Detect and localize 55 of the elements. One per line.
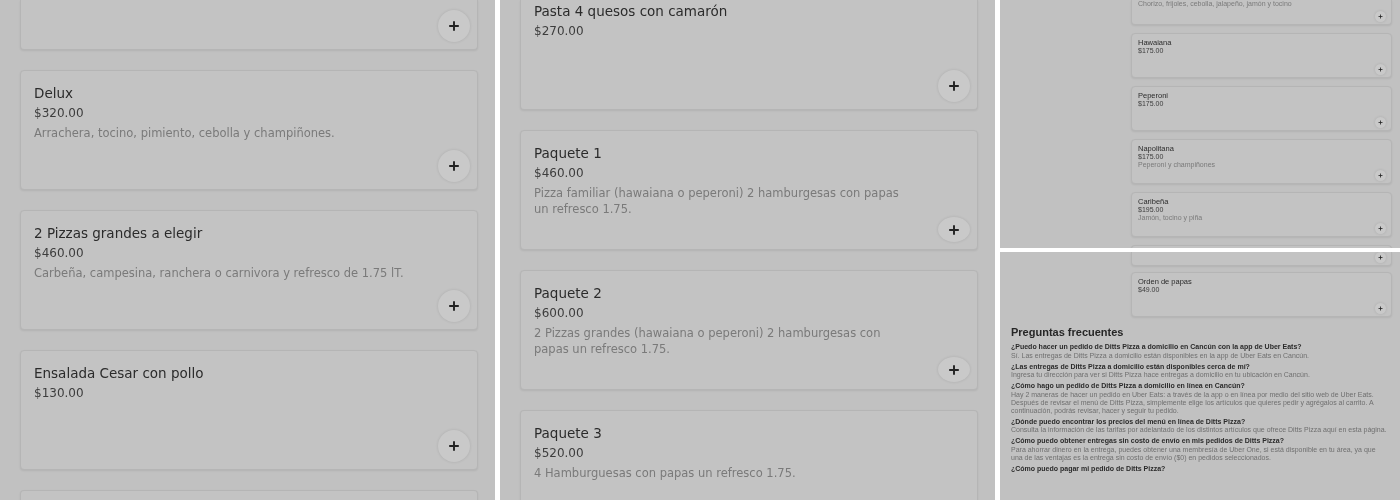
faq-heading: Preguntas frecuentes bbox=[1011, 325, 1125, 339]
plus-icon bbox=[1378, 67, 1383, 72]
plus-icon bbox=[1378, 255, 1383, 260]
item-name: 2 Pizzas grandes a elegir bbox=[34, 224, 204, 243]
add-button[interactable] bbox=[938, 217, 970, 242]
plus-icon bbox=[448, 300, 460, 312]
plus-icon bbox=[1378, 14, 1383, 19]
menu-item-card[interactable]: Pasta 4 quesos con camarón $270.00 bbox=[520, 0, 978, 110]
plus-icon bbox=[948, 80, 960, 92]
item-price: $320.00 bbox=[34, 105, 85, 122]
menu-item-card[interactable]: Paquete 2 $600.00 2 Pizzas grandes (hawaiana o peperoni) 2 hamburgesas con papas un refresco 1.75. bbox=[520, 270, 978, 390]
plus-icon bbox=[448, 20, 460, 32]
add-button[interactable] bbox=[438, 290, 470, 322]
plus-icon bbox=[448, 440, 460, 452]
menu-item-card[interactable]: Paquete 1 $460.00 Pizza familiar (hawaiana o peperoni) 2 hamburgesas con papas un refresco 1.75. bbox=[520, 130, 978, 250]
add-button[interactable] bbox=[1375, 11, 1386, 22]
add-button[interactable] bbox=[1375, 223, 1386, 234]
add-button[interactable] bbox=[1375, 170, 1386, 181]
plus-icon bbox=[948, 223, 960, 236]
item-description: 2 Pizzas grandes (hawaiana o peperoni) 2 hamburgesas con papas un refresco 1.75. bbox=[534, 325, 882, 357]
plus-icon bbox=[1378, 226, 1383, 231]
plus-icon bbox=[448, 160, 460, 172]
add-button[interactable] bbox=[938, 357, 970, 382]
add-button[interactable] bbox=[1375, 252, 1386, 263]
add-button[interactable] bbox=[1375, 117, 1386, 128]
item-description: Arrachera, tocino, pimiento, cebolla y champiñones. bbox=[34, 125, 336, 141]
plus-icon bbox=[1378, 120, 1383, 125]
item-description: Pizza familiar (hawaiana o peperoni) 2 hamburgesas con papas un refresco 1.75. bbox=[534, 185, 900, 217]
add-button[interactable] bbox=[1375, 303, 1386, 314]
item-description: 4 Hamburguesas con papas un refresco 1.75. bbox=[534, 465, 797, 481]
item-price: $270.00 bbox=[534, 23, 585, 40]
plus-icon bbox=[948, 363, 960, 376]
add-button[interactable] bbox=[1375, 64, 1386, 75]
plus-icon bbox=[1378, 306, 1383, 311]
item-name: Ensalada Cesar con pollo bbox=[34, 364, 205, 383]
add-button[interactable] bbox=[438, 430, 470, 462]
item-price: $520.00 bbox=[534, 445, 585, 462]
item-name: Pasta 4 quesos con camarón bbox=[534, 2, 729, 21]
add-button[interactable] bbox=[938, 70, 970, 102]
menu-item-card[interactable]: Ensalada Cesar con pollo $130.00 bbox=[20, 350, 478, 470]
item-price: $130.00 bbox=[34, 385, 85, 402]
item-description: Carbeña, campesina, ranchera o carnivora y refresco de 1.75 lT. bbox=[34, 265, 405, 281]
item-name: Delux bbox=[34, 84, 74, 103]
menu-item-card[interactable]: Delux $320.00 Arrachera, tocino, pimiento, cebolla y champiñones. bbox=[20, 70, 478, 190]
item-price: $460.00 bbox=[34, 245, 85, 262]
add-button[interactable] bbox=[438, 10, 470, 42]
item-name: Paquete 2 bbox=[534, 284, 603, 303]
add-button[interactable] bbox=[438, 150, 470, 182]
plus-icon bbox=[1378, 173, 1383, 178]
item-name: Paquete 3 bbox=[534, 424, 603, 443]
item-name: Paquete 1 bbox=[534, 144, 603, 163]
menu-item-card[interactable]: Paquete 3 $520.00 4 Hamburguesas con papas un refresco 1.75. bbox=[520, 410, 978, 500]
menu-item-card[interactable]: 2 Pizzas grandes a elegir $460.00 Carbeña, campesina, ranchera o carnivora y refresco de 1.75 lT. bbox=[20, 210, 478, 330]
item-price: $600.00 bbox=[534, 305, 585, 322]
item-price: $460.00 bbox=[534, 165, 585, 182]
